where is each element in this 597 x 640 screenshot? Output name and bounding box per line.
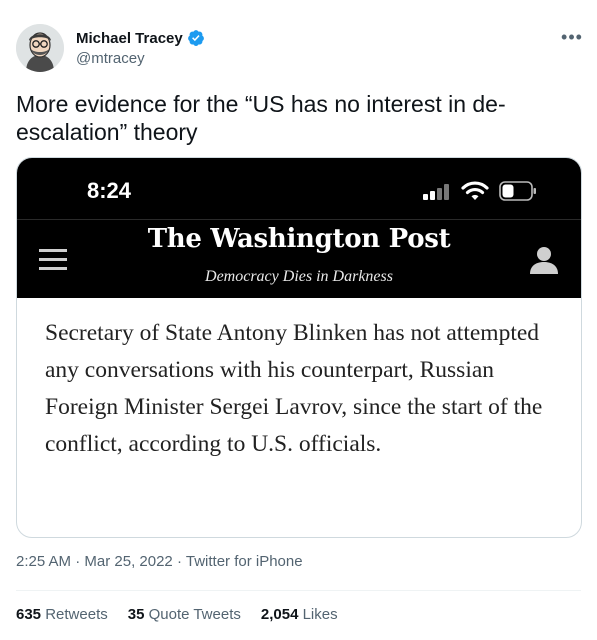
tweet-text: More evidence for the “US has no interes… [16, 91, 506, 145]
likes-count: 2,054 [260, 606, 299, 623]
quote-tweets-count: 35 [127, 606, 145, 623]
author-name[interactable]: Michael Tracey [76, 29, 205, 47]
avatar-illustration [16, 24, 64, 72]
author-name-text: Michael Tracey [76, 29, 183, 47]
retweets-label: Retweets [45, 606, 108, 623]
retweets-stat[interactable]: 635 Retweets [16, 606, 108, 623]
meta-separator: · [75, 553, 81, 570]
signal-icon [423, 184, 449, 200]
tweet-stats: 635 Retweets 35 Quote Tweets 2,054 Likes [16, 606, 338, 623]
likes-stat[interactable]: 2,054 Likes [261, 606, 338, 623]
stats-divider [16, 590, 581, 591]
wifi-icon [461, 181, 489, 200]
meta-separator: · [176, 553, 182, 570]
likes-label: Likes [302, 606, 338, 623]
phone-status-header: 8:24 The Washington Post Democracy Dies … [17, 158, 581, 298]
newspaper-masthead: The Washington Post [147, 224, 451, 254]
phone-clock: 8:24 [87, 178, 132, 203]
tweet-source[interactable]: Twitter for iPhone [186, 553, 303, 570]
tweet-time[interactable]: 2:25 AM [16, 553, 71, 570]
battery-icon [499, 181, 536, 201]
more-options-button[interactable]: ••• [560, 28, 584, 48]
author-handle[interactable]: @mtracey [76, 50, 145, 67]
header-divider [17, 219, 581, 220]
article-excerpt: Secretary of State Antony Blinken has no… [45, 320, 543, 457]
tweet-media-image[interactable]: 8:24 The Washington Post Democracy Dies … [16, 157, 582, 538]
quote-tweets-label: Quote Tweets [148, 606, 241, 623]
retweets-count: 635 [16, 606, 42, 623]
avatar[interactable] [16, 24, 64, 72]
quote-tweets-stat[interactable]: 35 Quote Tweets [128, 606, 241, 623]
tweet-date[interactable]: Mar 25, 2022 [84, 553, 172, 570]
newspaper-motto: Democracy Dies in Darkness [205, 268, 393, 285]
profile-icon [530, 247, 558, 274]
tweet-meta: 2:25 AM · Mar 25, 2022 · Twitter for iPh… [16, 553, 303, 570]
verified-badge-icon [187, 30, 204, 46]
